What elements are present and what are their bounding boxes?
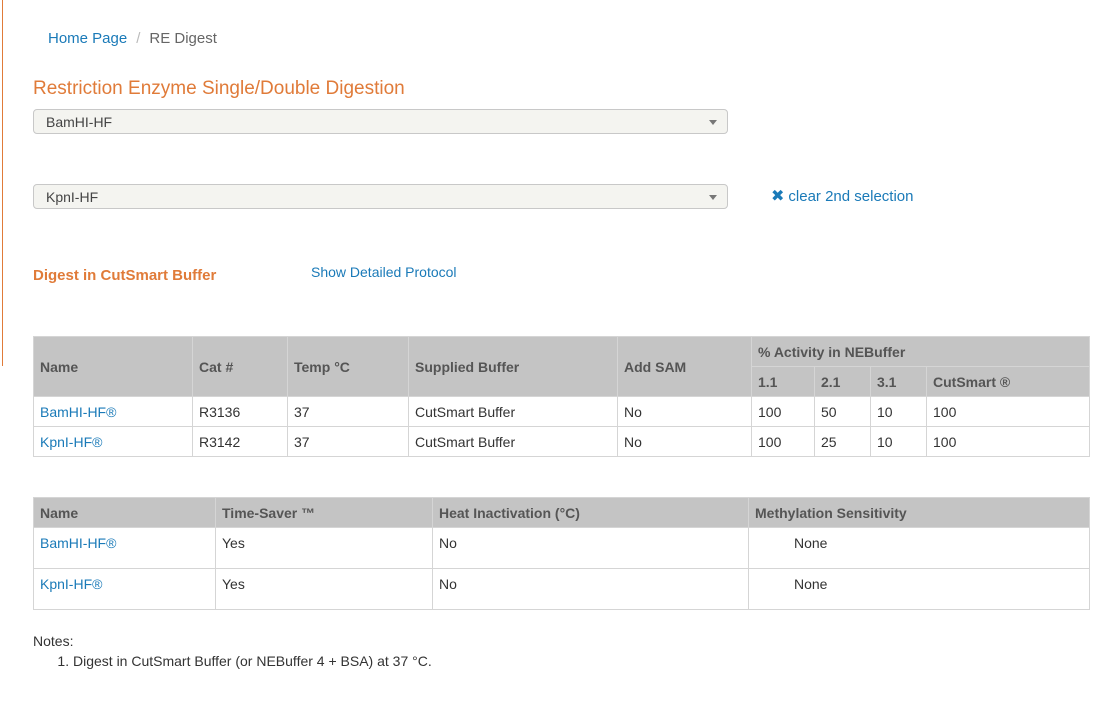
col-header-1-1: 1.1 — [751, 366, 815, 397]
table-header-row: Name Time-Saver ™ Heat Inactivation (°C)… — [33, 497, 1090, 528]
cell-cutsmart: 100 — [926, 426, 1090, 457]
cell-heat: No — [432, 527, 749, 569]
table-row: KpnI-HF® R3142 37 CutSmart Buffer No 100… — [33, 426, 1090, 457]
col-header-2-1: 2.1 — [814, 366, 871, 397]
chevron-down-icon — [709, 195, 717, 200]
cell-name: KpnI-HF® — [33, 426, 193, 457]
breadcrumb-home-link[interactable]: Home Page — [48, 30, 127, 47]
cell-temp: 37 — [287, 396, 409, 427]
cell-methylation: None — [748, 527, 1090, 569]
cell-cat: R3142 — [192, 426, 288, 457]
enzyme-select-1[interactable]: BamHI-HF — [33, 109, 728, 134]
col-header-name: Name — [33, 336, 193, 397]
enzyme-activity-table: Name Cat # Temp °C Supplied Buffer Add S… — [33, 336, 1090, 457]
notes-label: Notes: — [33, 633, 74, 649]
cell-1-1: 100 — [751, 396, 815, 427]
cell-timesaver: Yes — [215, 568, 433, 610]
cell-3-1: 10 — [870, 426, 927, 457]
col-header-3-1: 3.1 — [870, 366, 927, 397]
cell-2-1: 25 — [814, 426, 871, 457]
enzyme-properties-table: Name Time-Saver ™ Heat Inactivation (°C)… — [33, 497, 1090, 610]
cell-1-1: 100 — [751, 426, 815, 457]
enzyme-link[interactable]: KpnI-HF® — [40, 576, 102, 592]
note-item: Digest in CutSmart Buffer (or NEBuffer 4… — [73, 653, 432, 669]
enzyme-link[interactable]: KpnI-HF® — [40, 434, 102, 450]
cell-sam: No — [617, 396, 752, 427]
col-header-name: Name — [33, 497, 216, 528]
col-header-cutsmart: CutSmart ® — [926, 366, 1090, 397]
cell-name: BamHI-HF® — [33, 527, 216, 569]
col-header-sam: Add SAM — [617, 336, 752, 397]
cell-name: BamHI-HF® — [33, 396, 193, 427]
cell-sam: No — [617, 426, 752, 457]
notes-section: Notes: Digest in CutSmart Buffer (or NEB… — [33, 633, 432, 669]
chevron-down-icon — [709, 120, 717, 125]
enzyme-select-2[interactable]: KpnI-HF — [33, 184, 728, 209]
col-header-temp: Temp °C — [287, 336, 409, 397]
col-header-heat: Heat Inactivation (°C) — [432, 497, 749, 528]
cell-name: KpnI-HF® — [33, 568, 216, 610]
cell-2-1: 50 — [814, 396, 871, 427]
col-header-methylation: Methylation Sensitivity — [748, 497, 1090, 528]
cell-3-1: 10 — [870, 396, 927, 427]
left-accent-rule — [2, 0, 3, 366]
col-header-cat: Cat # — [192, 336, 288, 397]
cell-temp: 37 — [287, 426, 409, 457]
enzyme-link[interactable]: BamHI-HF® — [40, 404, 116, 420]
clear-2nd-selection-label: clear 2nd selection — [788, 188, 914, 205]
enzyme-select-1-value: BamHI-HF — [46, 114, 113, 130]
table-header-row: Name Cat # Temp °C Supplied Buffer Add S… — [33, 336, 1090, 397]
breadcrumb-current: RE Digest — [149, 30, 217, 47]
col-header-buffer: Supplied Buffer — [408, 336, 618, 397]
enzyme-link[interactable]: BamHI-HF® — [40, 535, 116, 551]
cell-cat: R3136 — [192, 396, 288, 427]
cell-buffer: CutSmart Buffer — [408, 426, 618, 457]
close-icon: ✖ — [771, 188, 785, 205]
table-row: BamHI-HF® Yes No None — [33, 527, 1090, 569]
cell-heat: No — [432, 568, 749, 610]
clear-2nd-selection-link[interactable]: ✖ clear 2nd selection — [771, 186, 913, 206]
notes-list: Digest in CutSmart Buffer (or NEBuffer 4… — [73, 653, 432, 669]
cell-timesaver: Yes — [215, 527, 433, 569]
digest-buffer-title: Digest in CutSmart Buffer — [33, 267, 217, 284]
show-detailed-protocol-link[interactable]: Show Detailed Protocol — [311, 264, 457, 280]
table-row: BamHI-HF® R3136 37 CutSmart Buffer No 10… — [33, 396, 1090, 427]
cell-cutsmart: 100 — [926, 396, 1090, 427]
col-header-activity: % Activity in NEBuffer — [751, 336, 1090, 367]
cell-buffer: CutSmart Buffer — [408, 396, 618, 427]
page-title: Restriction Enzyme Single/Double Digesti… — [33, 78, 405, 99]
breadcrumb: Home Page / RE Digest — [48, 30, 217, 47]
cell-methylation: None — [748, 568, 1090, 610]
breadcrumb-separator: / — [136, 30, 141, 47]
enzyme-select-2-value: KpnI-HF — [46, 189, 99, 205]
col-header-timesaver: Time-Saver ™ — [215, 497, 433, 528]
table-row: KpnI-HF® Yes No None — [33, 568, 1090, 610]
